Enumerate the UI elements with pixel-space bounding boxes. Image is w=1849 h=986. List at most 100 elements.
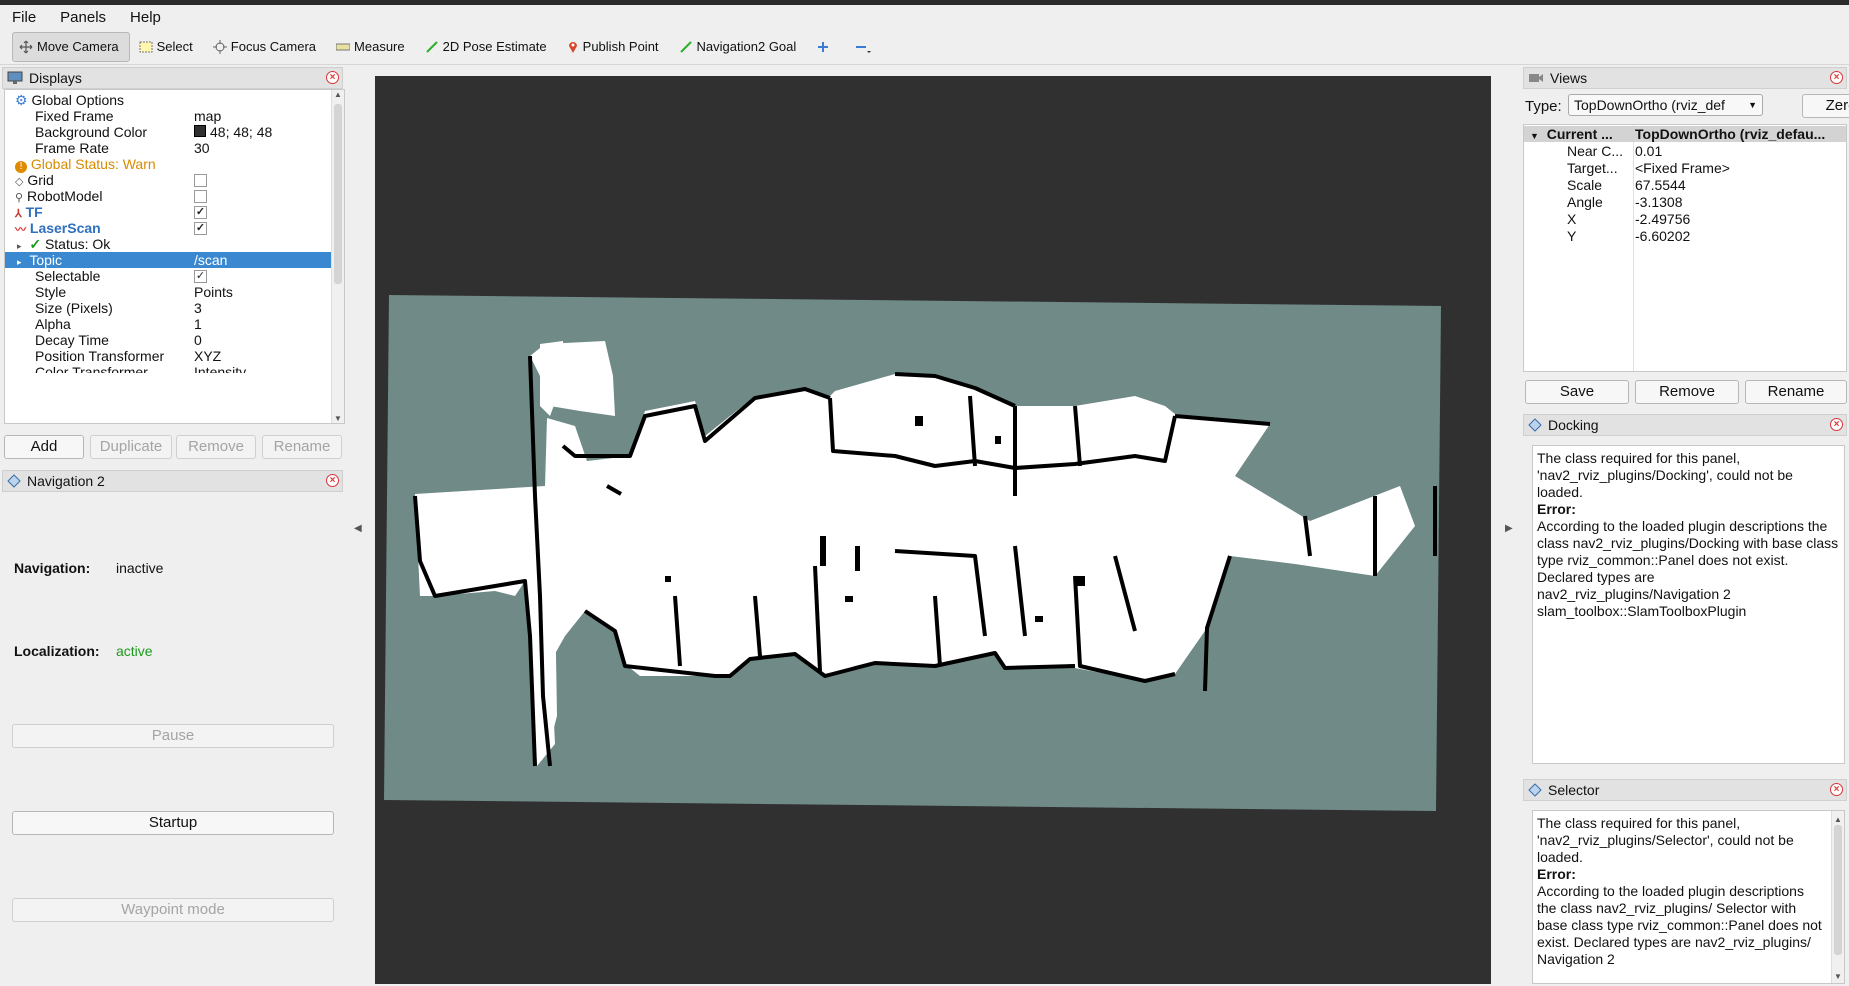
display-row-decay-time[interactable]: Decay Time 0 — [5, 332, 344, 348]
view-row-scale[interactable]: Scale 67.5544 — [1524, 177, 1846, 193]
display-row-status-ok[interactable]: ▸ ✓ Status: Ok — [5, 236, 344, 252]
collapse-left-icon[interactable]: ◀ — [354, 523, 362, 534]
menu-file[interactable]: File — [0, 9, 48, 26]
pose-estimate-tool[interactable]: 2D Pose Estimate — [418, 32, 558, 62]
measure-label: Measure — [354, 39, 405, 54]
display-row-background-color[interactable]: Background Color 48; 48; 48 — [5, 124, 344, 140]
nav-goal-tool[interactable]: Navigation2 Goal — [672, 32, 808, 62]
display-row-size[interactable]: Size (Pixels) 3 — [5, 300, 344, 316]
display-row-topic[interactable]: ▸ Topic/scan — [5, 252, 344, 268]
selector-error-detail: According to the loaded plugin descripti… — [1537, 883, 1822, 967]
docking-panel: Docking × The class required for this pa… — [1523, 414, 1847, 766]
views-close-icon[interactable]: × — [1830, 71, 1843, 84]
tf-icon: ⅄ — [15, 208, 22, 220]
expand-arrow-icon: ▸ — [17, 257, 22, 267]
focus-camera-icon — [212, 39, 227, 54]
laserscan-checkbox[interactable]: ✓ — [194, 221, 207, 235]
docking-close-icon[interactable]: × — [1830, 418, 1843, 431]
grid-checkbox[interactable] — [194, 173, 207, 187]
panel-icon — [1528, 418, 1542, 432]
scroll-down-icon[interactable]: ▼ — [332, 414, 344, 423]
nav-goal-label: Navigation2 Goal — [696, 39, 797, 54]
monitor-icon — [7, 71, 23, 84]
display-row-tf[interactable]: ⅄ TF ✓ — [5, 204, 344, 220]
select-icon — [139, 41, 153, 52]
docking-error-label: Error: — [1537, 501, 1576, 517]
display-row-style[interactable]: Style Points — [5, 284, 344, 300]
robotmodel-checkbox[interactable] — [194, 189, 207, 203]
remove-tool-button[interactable] — [847, 32, 887, 62]
grid-icon: ◇ — [15, 176, 24, 188]
selectable-checkbox[interactable]: ✓ — [194, 269, 207, 283]
displays-scrollbar[interactable]: ▲ ▼ — [331, 90, 344, 423]
displays-close-icon[interactable]: × — [326, 71, 339, 84]
remove-display-button[interactable]: Remove — [176, 435, 256, 459]
display-row-fixed-frame[interactable]: Fixed Frame map — [5, 108, 344, 124]
add-display-button[interactable]: Add — [4, 435, 84, 459]
select-tool[interactable]: Select — [132, 32, 204, 62]
display-row-laserscan[interactable]: 〰 LaserScan ✓ — [5, 220, 344, 236]
tf-checkbox[interactable]: ✓ — [194, 205, 207, 219]
display-row-color-transformer[interactable]: Color Transformer Intensity — [5, 364, 344, 373]
add-tool-button[interactable] — [809, 32, 845, 62]
scroll-down-icon[interactable]: ▼ — [1832, 968, 1844, 983]
move-camera-icon — [19, 40, 33, 53]
panel-icon — [1528, 783, 1542, 797]
docking-title: Docking — [1548, 417, 1599, 433]
selector-error-box: The class required for this panel, 'nav2… — [1532, 810, 1845, 984]
selector-error-message: The class required for this panel, 'nav2… — [1537, 815, 1794, 865]
menu-help[interactable]: Help — [118, 9, 173, 26]
display-row-alpha[interactable]: Alpha 1 — [5, 316, 344, 332]
display-row-robotmodel[interactable]: ⚲ RobotModel — [5, 188, 344, 204]
collapse-arrow-icon: ▼ — [1530, 131, 1539, 141]
view-row-x[interactable]: X -2.49756 — [1524, 211, 1846, 227]
gear-icon: ⚙ — [15, 92, 28, 108]
focus-camera-tool[interactable]: Focus Camera — [206, 32, 327, 62]
startup-button[interactable]: Startup — [12, 811, 334, 835]
pause-button[interactable]: Pause — [12, 724, 334, 748]
map-pin-icon — [568, 41, 577, 53]
navigation2-title: Navigation 2 — [27, 473, 105, 489]
view-row-angle[interactable]: Angle -3.1308 — [1524, 194, 1846, 210]
menu-panels[interactable]: Panels — [48, 9, 118, 26]
view-header-row[interactable]: ▼ Current ... TopDownOrtho (rviz_defau... — [1524, 126, 1846, 142]
duplicate-display-button[interactable]: Duplicate — [90, 435, 172, 459]
display-row-selectable[interactable]: Selectable ✓ — [5, 268, 344, 284]
localization-status-value: active — [116, 643, 153, 659]
view-row-near-clip[interactable]: Near C... 0.01 — [1524, 143, 1846, 159]
pose-estimate-icon — [425, 40, 438, 53]
measure-tool[interactable]: Measure — [329, 32, 416, 62]
display-row-grid[interactable]: ◇ Grid — [5, 172, 344, 188]
waypoint-mode-button[interactable]: Waypoint mode — [12, 898, 334, 922]
rename-display-button[interactable]: Rename — [262, 435, 342, 459]
remove-view-button[interactable]: Remove — [1635, 380, 1739, 404]
localization-status-label: Localization: — [14, 643, 100, 659]
scroll-thumb[interactable] — [334, 104, 342, 284]
save-view-button[interactable]: Save — [1525, 380, 1629, 404]
docking-title-bar: Docking × — [1523, 414, 1847, 436]
display-row-position-transformer[interactable]: Position Transformer XYZ — [5, 348, 344, 364]
views-tree: ▼ Current ... TopDownOrtho (rviz_defau...… — [1523, 124, 1847, 372]
focus-camera-label: Focus Camera — [230, 39, 317, 54]
chevron-down-icon: ▼ — [1748, 100, 1757, 110]
view-type-select[interactable]: TopDownOrtho (rviz_def ▼ — [1568, 94, 1763, 116]
rename-view-button[interactable]: Rename — [1745, 380, 1847, 404]
scroll-thumb[interactable] — [1834, 825, 1842, 955]
display-row-global-status[interactable]: ! Global Status: Warn — [5, 156, 344, 173]
selector-close-icon[interactable]: × — [1830, 783, 1843, 796]
selector-scrollbar[interactable]: ▲ ▼ — [1831, 811, 1844, 983]
render-viewport[interactable] — [375, 76, 1491, 984]
publish-point-tool[interactable]: Publish Point — [560, 32, 670, 62]
display-row-global-options[interactable]: ⚙ Global Options — [5, 92, 344, 108]
view-row-target-frame[interactable]: Target... <Fixed Frame> — [1524, 160, 1846, 176]
docking-error-message: The class required for this panel, 'nav2… — [1537, 450, 1793, 500]
move-camera-tool[interactable]: Move Camera — [12, 31, 130, 62]
view-row-y[interactable]: Y -6.60202 — [1524, 228, 1846, 244]
scroll-up-icon[interactable]: ▲ — [332, 90, 344, 99]
zero-button[interactable]: Zero — [1802, 94, 1849, 118]
collapse-right-icon[interactable]: ▶ — [1505, 523, 1513, 534]
plus-icon — [818, 41, 829, 52]
navigation2-close-icon[interactable]: × — [326, 474, 339, 487]
display-row-frame-rate[interactable]: Frame Rate 30 — [5, 140, 344, 156]
nav-goal-icon — [679, 40, 692, 53]
